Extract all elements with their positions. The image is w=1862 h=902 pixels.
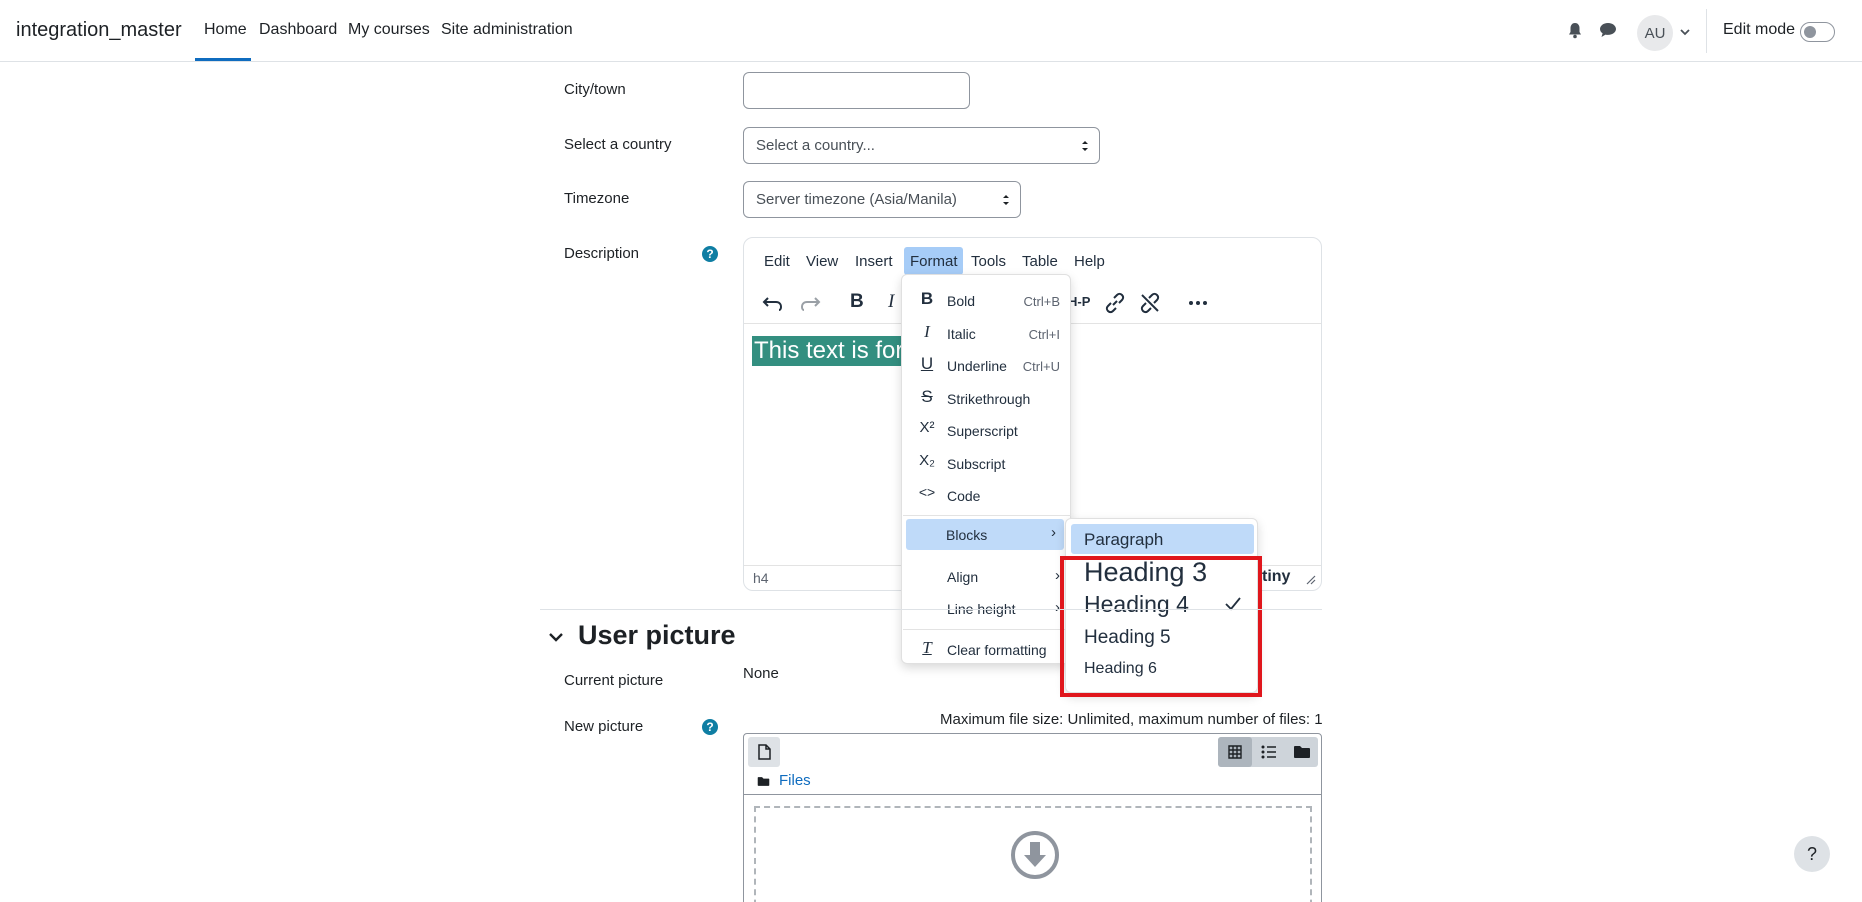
select-arrows-icon (1082, 141, 1088, 151)
new-picture-label: New picture (564, 718, 644, 735)
undo-icon[interactable] (761, 290, 785, 314)
format-subscript-item[interactable]: X₂ Subscript (902, 448, 1072, 480)
folder-icon[interactable] (1293, 745, 1311, 759)
select-arrows-icon (1003, 195, 1009, 205)
menu-insert[interactable]: Insert (855, 253, 893, 270)
city-input[interactable] (743, 72, 970, 109)
country-label: Select a country (564, 136, 672, 153)
menu-help[interactable]: Help (1074, 253, 1105, 270)
bell-icon[interactable] (1567, 22, 1583, 39)
bold-icon: B (920, 289, 934, 308)
italic-icon: I (924, 322, 930, 341)
timezone-label: Timezone (564, 190, 630, 207)
code-icon: <> (918, 484, 936, 500)
chat-icon[interactable] (1599, 22, 1617, 38)
format-bold-item[interactable]: B Bold Ctrl+B (902, 285, 1072, 317)
bold-icon[interactable]: B (850, 291, 864, 313)
format-underline-item[interactable]: U Underline Ctrl+U (902, 350, 1072, 382)
underline-icon: U (920, 354, 934, 373)
more-icon[interactable] (1186, 291, 1210, 315)
description-label: Description (564, 245, 640, 262)
italic-icon[interactable]: I (888, 291, 894, 313)
edit-mode-label: Edit mode (1723, 21, 1796, 38)
format-blocks-item[interactable]: Blocks › (906, 519, 1064, 550)
menu-divider (903, 515, 1071, 516)
help-icon[interactable]: ? (702, 719, 718, 735)
country-select[interactable]: Select a country... (743, 127, 1100, 164)
grid-view-button[interactable] (1218, 737, 1252, 767)
grid-icon (1228, 745, 1242, 759)
files-breadcrumb-link[interactable]: Files (779, 772, 811, 789)
menu-divider (903, 629, 1071, 630)
highlight-annotation-box (1060, 556, 1262, 697)
list-icon[interactable] (1261, 745, 1277, 759)
site-brand[interactable]: integration_master (16, 19, 182, 42)
help-floating-button[interactable]: ? (1794, 836, 1830, 872)
subscript-icon: X₂ (919, 452, 935, 469)
nav-site-administration[interactable]: Site administration (441, 21, 573, 39)
clear-formatting-icon: T (922, 638, 932, 657)
link-icon[interactable] (1103, 291, 1127, 315)
format-code-item[interactable]: <> Code (902, 480, 1072, 512)
menu-tools[interactable]: Tools (971, 253, 1006, 270)
format-italic-item[interactable]: I Italic Ctrl+I (902, 318, 1072, 350)
user-avatar[interactable]: AU (1637, 15, 1673, 51)
chevron-right-icon: › (1051, 524, 1056, 541)
section-title[interactable]: User picture (578, 620, 736, 651)
redo-icon[interactable] (798, 290, 822, 314)
format-dropdown-menu: B Bold Ctrl+B I Italic Ctrl+I U Underlin… (901, 274, 1071, 664)
file-manager-divider (744, 794, 1321, 795)
editor-content-selected-text[interactable]: This text is for (752, 336, 906, 366)
resize-handle-icon[interactable] (1306, 575, 1316, 585)
help-icon[interactable]: ? (702, 246, 718, 262)
add-file-button[interactable] (748, 737, 780, 767)
active-nav-indicator (195, 58, 251, 61)
current-picture-value: None (743, 665, 779, 682)
superscript-icon: X² (919, 419, 935, 436)
element-path[interactable]: h4 (753, 570, 769, 586)
menu-format[interactable]: Format (910, 253, 958, 270)
section-divider (540, 609, 1322, 610)
timezone-select-value: Server timezone (Asia/Manila) (756, 191, 957, 208)
nav-dashboard[interactable]: Dashboard (259, 21, 337, 39)
nav-my-courses[interactable]: My courses (348, 21, 430, 39)
max-file-size-note: Maximum file size: Unlimited, maximum nu… (940, 711, 1323, 728)
format-strikethrough-item[interactable]: S Strikethrough (902, 383, 1072, 415)
country-select-value: Select a country... (756, 137, 875, 154)
download-arrow-icon (1011, 831, 1059, 879)
top-navbar: integration_master Home Dashboard My cou… (0, 0, 1862, 62)
unlink-icon[interactable] (1138, 291, 1162, 315)
timezone-select[interactable]: Server timezone (Asia/Manila) (743, 181, 1021, 218)
format-superscript-item[interactable]: X² Superscript (902, 415, 1072, 447)
nav-home[interactable]: Home (204, 21, 247, 39)
chevron-down-icon[interactable] (548, 631, 564, 643)
file-drop-zone[interactable] (754, 806, 1312, 902)
file-icon (758, 744, 771, 760)
chevron-down-icon[interactable] (1680, 28, 1690, 36)
menu-table[interactable]: Table (1022, 253, 1058, 270)
menu-view[interactable]: View (806, 253, 838, 270)
format-align-item[interactable]: Align › (902, 561, 1072, 593)
folder-icon (757, 777, 770, 786)
city-label: City/town (564, 81, 626, 98)
strikethrough-icon: S (921, 387, 933, 406)
navbar-divider (1706, 9, 1707, 53)
edit-mode-toggle[interactable] (1800, 22, 1835, 42)
tiny-logo[interactable]: tiny (1262, 568, 1290, 586)
menu-edit[interactable]: Edit (764, 253, 790, 270)
format-clear-formatting-item[interactable]: T Clear formatting (902, 634, 1072, 666)
current-picture-label: Current picture (564, 672, 664, 689)
block-paragraph-item[interactable]: Paragraph (1071, 524, 1254, 554)
